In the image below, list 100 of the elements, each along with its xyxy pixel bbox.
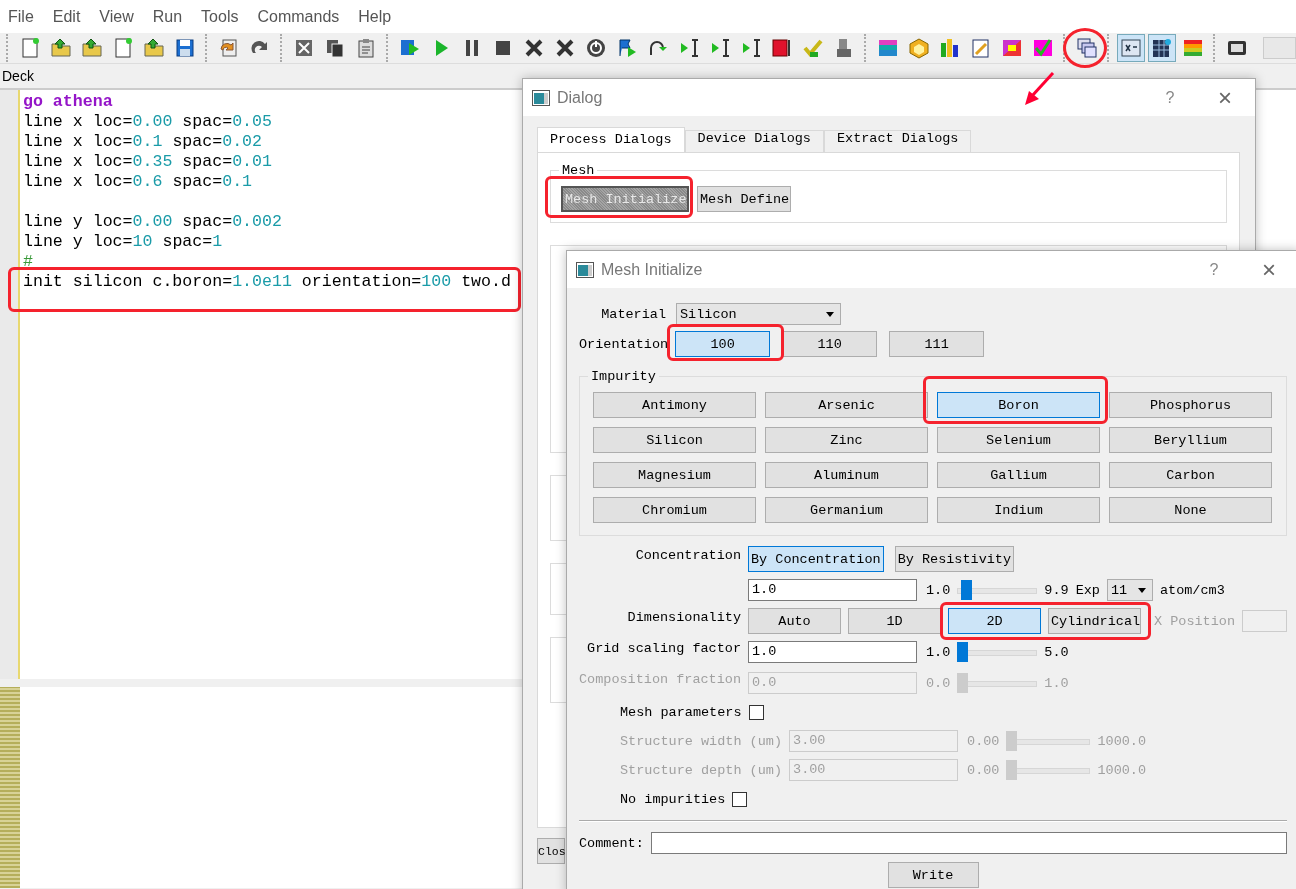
tab[interactable]: Device Dialogs (684, 130, 824, 152)
palette-icon (1001, 37, 1023, 59)
range-max: 5.0 (1044, 644, 1069, 660)
option-button[interactable]: 110 (782, 331, 878, 357)
menu-item[interactable]: Commands (249, 7, 348, 26)
option-button[interactable]: Auto (748, 608, 841, 634)
checkbox-label: No impurities (620, 791, 726, 807)
toolbar-field[interactable] (1263, 37, 1296, 59)
page-icon (19, 37, 41, 59)
range-max: 9.9 (1044, 582, 1069, 598)
menu-item[interactable]: Tools (193, 7, 247, 26)
menu-item[interactable]: Run (144, 7, 191, 26)
dropdown-arrow-icon (826, 311, 834, 317)
impurity-button[interactable]: Chromium (593, 497, 756, 523)
option-button[interactable]: 2D (948, 608, 1041, 634)
impurity-button[interactable]: Germanium (765, 497, 928, 523)
exp-label: Exp (1075, 582, 1100, 598)
power-icon (585, 37, 607, 59)
impurity-button[interactable]: Beryllium (1109, 427, 1272, 453)
slider-thumb[interactable] (957, 642, 969, 662)
value-field[interactable]: 1.0 (748, 641, 917, 663)
impurity-button[interactable]: Antimony (593, 392, 756, 418)
tab[interactable]: Process Dialogs (537, 127, 685, 152)
field-label: Structure depth (um) (620, 762, 783, 778)
page-icon (112, 37, 134, 59)
tab[interactable]: Extract Dialogs (823, 130, 972, 152)
record-stop-icon (771, 37, 793, 59)
code-line: line x loc=0.35 spac=0.01 (23, 152, 272, 172)
toolbar-button[interactable] (1117, 34, 1145, 62)
menu-item[interactable]: View (91, 7, 142, 26)
range-max: 1.0 (1044, 675, 1069, 691)
impurity-button[interactable]: Phosphorus (1109, 392, 1272, 418)
option-button[interactable]: 100 (675, 331, 771, 357)
help-button[interactable]: ? (1145, 88, 1195, 107)
help-button[interactable]: ? (1189, 260, 1239, 279)
checkbox[interactable] (732, 791, 748, 807)
slider[interactable] (1006, 760, 1091, 780)
dialog-button[interactable]: Mesh Define (697, 186, 791, 212)
field-label: Grid scaling factor (586, 640, 741, 656)
exponent-dropdown[interactable]: 11 (1106, 579, 1153, 601)
field-label: Dimensionality (626, 609, 741, 625)
impurity-button[interactable]: None (1109, 497, 1272, 523)
code-line: line x loc=0.1 spac=0.02 (23, 132, 262, 152)
slider[interactable] (957, 580, 1038, 600)
step-icon (740, 37, 762, 59)
field-label: Comment: (579, 835, 644, 851)
field-label: Material (600, 306, 666, 322)
unit-label: atom/cm3 (1159, 582, 1225, 598)
slider[interactable] (957, 642, 1038, 662)
cross-icon (554, 37, 576, 59)
dropdown-value: Silicon (680, 306, 737, 322)
impurity-button[interactable]: Carbon (1109, 462, 1272, 488)
table-icon (1151, 37, 1173, 59)
slider-thumb[interactable] (960, 580, 972, 600)
formula-icon (1120, 37, 1142, 59)
impurity-button[interactable]: Zinc (765, 427, 928, 453)
option-button[interactable]: 1D (848, 608, 941, 634)
value-field: 3.00 (789, 759, 959, 781)
group-title: Impurity (590, 369, 657, 384)
option-button[interactable]: 111 (889, 331, 985, 357)
comment-field[interactable] (650, 832, 1287, 854)
copy-icon (324, 37, 346, 59)
impurity-button[interactable]: Magnesium (593, 462, 756, 488)
impurity-button[interactable]: Indium (937, 497, 1100, 523)
step-icon (678, 37, 700, 59)
close-button[interactable]: Clos (537, 838, 565, 864)
field-label: Composition fraction (579, 671, 741, 687)
floppy-icon (174, 37, 196, 59)
menu-item[interactable]: Edit (44, 7, 89, 26)
impurity-button[interactable]: Boron (937, 392, 1100, 418)
range-min: 1.0 (926, 644, 951, 660)
folder-icon (143, 37, 165, 59)
slider[interactable] (957, 673, 1038, 693)
document-arrow-icon (218, 37, 240, 59)
menu-item[interactable]: File (0, 7, 42, 26)
close-button[interactable]: × (1239, 255, 1296, 284)
value-field: 3.00 (789, 730, 959, 752)
impurity-button[interactable]: Aluminum (765, 462, 928, 488)
value-field (1242, 610, 1287, 632)
toolbar-button[interactable] (1148, 34, 1176, 62)
impurity-button[interactable]: Silicon (593, 427, 756, 453)
range-min: 0.00 (967, 733, 1000, 749)
impurity-button[interactable]: Arsenic (765, 392, 928, 418)
impurity-button[interactable]: Gallium (937, 462, 1100, 488)
range-max: 1000.0 (1097, 762, 1147, 778)
field-label: Orientation (579, 336, 669, 352)
window-icon (576, 261, 594, 278)
value-field[interactable]: 1.0 (748, 579, 917, 601)
checkbox[interactable] (748, 704, 764, 720)
range-max: 1000.0 (1097, 733, 1147, 749)
mode-button[interactable]: By Concentration (748, 546, 884, 572)
impurity-button[interactable]: Selenium (937, 427, 1100, 453)
write-button[interactable]: Write (887, 862, 979, 888)
material-dropdown[interactable]: Silicon (676, 303, 841, 325)
option-button[interactable]: Cylindrical (1048, 608, 1141, 634)
mode-button[interactable]: By Resistivity (894, 546, 1015, 572)
menu-item[interactable]: Help (350, 7, 400, 26)
code-line: line x loc=0.00 spac=0.05 (23, 112, 272, 132)
slider[interactable] (1006, 731, 1091, 751)
folder-icon (81, 37, 103, 59)
